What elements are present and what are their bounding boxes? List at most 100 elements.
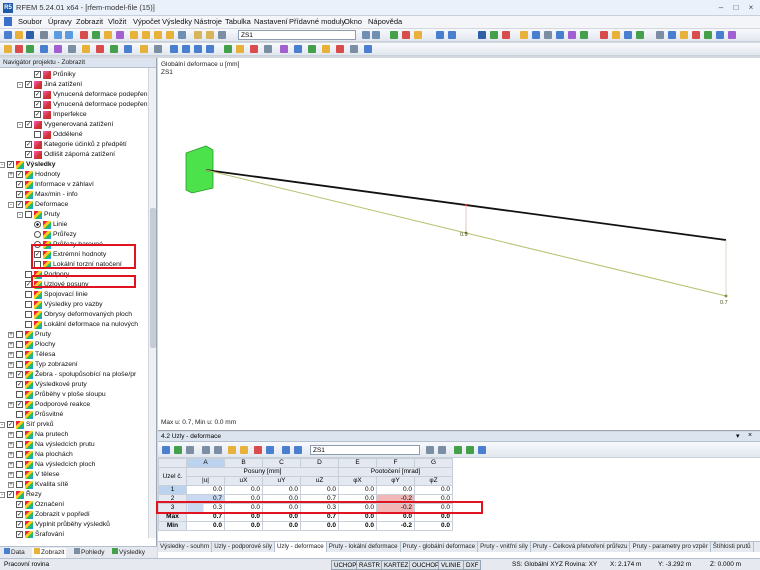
tool-e-icon[interactable] xyxy=(532,31,540,39)
table-row[interactable]: Min 0.0 0.0 0.0 0.0 0.0 -0.2 0.0 xyxy=(158,521,453,531)
nav-checkbox[interactable] xyxy=(25,321,32,328)
nav-checkbox[interactable]: ✓ xyxy=(7,421,14,428)
view-icon[interactable] xyxy=(116,31,124,39)
table-cell[interactable]: 0.0 xyxy=(414,521,453,531)
nav-checkbox[interactable]: ✓ xyxy=(16,401,23,408)
tool-n-icon[interactable] xyxy=(656,31,664,39)
nav-checkbox[interactable]: ✓ xyxy=(34,101,41,108)
nav-checkbox[interactable]: ✓ xyxy=(25,81,32,88)
nav-item[interactable]: Průběhy v ploše sloupu xyxy=(0,390,148,400)
nav-checkbox[interactable]: ✓ xyxy=(16,531,23,538)
table-cell[interactable]: 0.0 xyxy=(376,485,415,495)
nav-radio[interactable] xyxy=(34,231,41,238)
nav-item[interactable]: ✓ Zobrazit v popředí xyxy=(0,510,148,520)
values-icon[interactable] xyxy=(414,31,422,39)
deform-icon[interactable] xyxy=(402,31,410,39)
table-icon[interactable] xyxy=(104,31,112,39)
nav-checkbox[interactable]: ✓ xyxy=(16,371,23,378)
nav-checkbox[interactable] xyxy=(16,461,23,468)
tool-o-icon[interactable] xyxy=(668,31,676,39)
nav-checkbox[interactable] xyxy=(25,301,32,308)
nav-item[interactable]: + ✓ Žebra - spolupůsobící na ploše/pr xyxy=(0,370,148,380)
nav-checkbox[interactable] xyxy=(34,131,41,138)
nav-item[interactable]: + Na prutech xyxy=(0,430,148,440)
nav-item[interactable]: + Typ zobrazení xyxy=(0,360,148,370)
table-tab[interactable]: Uzly - deformace xyxy=(274,542,327,552)
nav-checkbox[interactable] xyxy=(16,411,23,418)
move-icon[interactable] xyxy=(294,45,302,53)
tool-d-icon[interactable] xyxy=(520,31,528,39)
table-next-icon[interactable] xyxy=(294,446,302,454)
app-menu-icon[interactable] xyxy=(4,17,12,26)
nav-checkbox[interactable]: ✓ xyxy=(25,141,32,148)
table-filter-icon[interactable] xyxy=(174,446,182,454)
nav-checkbox[interactable]: ✓ xyxy=(16,171,23,178)
table-tab[interactable]: Pruty - vnitřní síly xyxy=(478,542,531,552)
menu-vysledky[interactable]: Výsledky xyxy=(162,17,192,26)
rotate-icon[interactable] xyxy=(166,31,174,39)
expand-toggle-icon[interactable]: - xyxy=(17,212,23,218)
table-tab[interactable]: Štíhlosti prutů xyxy=(711,542,754,552)
nav-checkbox[interactable] xyxy=(16,361,23,368)
prev-lc-icon[interactable] xyxy=(362,31,370,39)
dxf-toggle[interactable]: DXF xyxy=(463,560,482,570)
col-d-header[interactable]: D xyxy=(300,458,339,468)
tool-q-icon[interactable] xyxy=(692,31,700,39)
tab-vysledky[interactable]: Výsledky xyxy=(110,548,147,558)
nav-checkbox[interactable] xyxy=(16,391,23,398)
table-cell[interactable]: 0.0 xyxy=(186,485,225,495)
pan-icon[interactable] xyxy=(178,31,186,39)
nav-item[interactable]: + Na plochách xyxy=(0,450,148,460)
grid-toggle[interactable]: RASTR xyxy=(356,560,383,570)
dim-icon[interactable] xyxy=(110,45,118,53)
menu-tabulka[interactable]: Tabulka xyxy=(225,17,251,26)
hinge-icon[interactable] xyxy=(82,45,90,53)
expand-toggle-icon[interactable]: + xyxy=(8,342,14,348)
expand-toggle-icon[interactable]: - xyxy=(17,122,23,128)
nav-checkbox[interactable] xyxy=(16,451,23,458)
nav-item[interactable]: Lokální deformace na nulových xyxy=(0,320,148,330)
table-excel-icon[interactable] xyxy=(466,446,474,454)
tool-s-icon[interactable] xyxy=(716,31,724,39)
nav-item[interactable]: + V tělese xyxy=(0,470,148,480)
table-cell[interactable]: 0.0 xyxy=(224,521,263,531)
grid-icon[interactable] xyxy=(140,45,148,53)
section-icon[interactable] xyxy=(124,45,132,53)
model-view[interactable]: Globální deformace u [mm] ZS1 0.3 0.7 Ma… xyxy=(158,58,760,431)
mirror-icon[interactable] xyxy=(322,45,330,53)
redo-icon[interactable] xyxy=(65,31,73,39)
table-row[interactable]: 1 0.0 0.0 0.0 0.0 0.0 0.0 0.0 xyxy=(158,485,453,495)
table-cell[interactable]: 0.0 xyxy=(338,485,377,495)
tool-p-icon[interactable] xyxy=(680,31,688,39)
tool-f-icon[interactable] xyxy=(544,31,552,39)
zoom-all-icon[interactable] xyxy=(142,31,150,39)
table-tab[interactable]: Pruty - parametry pro vzpěr xyxy=(630,542,711,552)
nav-item[interactable]: + Tělesa xyxy=(0,350,148,360)
node-icon[interactable] xyxy=(4,45,12,53)
table-sort-icon[interactable] xyxy=(186,446,194,454)
nav-checkbox[interactable] xyxy=(16,481,23,488)
nav-item[interactable]: ✓ Výsledkové pruty xyxy=(0,380,148,390)
nav-checkbox[interactable]: ✓ xyxy=(25,151,32,158)
tool-j-icon[interactable] xyxy=(600,31,608,39)
wire-icon[interactable] xyxy=(236,45,244,53)
tool-l-icon[interactable] xyxy=(624,31,632,39)
print-icon[interactable] xyxy=(40,31,48,39)
loadcase-type-icon[interactable] xyxy=(218,31,226,39)
row-number[interactable]: 1 xyxy=(158,485,187,495)
guideline-toggle[interactable]: VLINIE xyxy=(438,560,464,570)
col-b-header[interactable]: B xyxy=(224,458,263,468)
expand-toggle-icon[interactable]: - xyxy=(17,82,23,88)
table-settings-icon[interactable] xyxy=(266,446,274,454)
nav-checkbox[interactable]: ✓ xyxy=(16,201,23,208)
nav-item[interactable]: + Plochy xyxy=(0,340,148,350)
zoom-icon[interactable] xyxy=(130,31,138,39)
cartesian-toggle[interactable]: KARTEZ xyxy=(381,560,412,570)
nav-item[interactable]: Obrysy deformovaných ploch xyxy=(0,310,148,320)
expand-toggle-icon[interactable]: + xyxy=(8,472,14,478)
menu-upravy[interactable]: Úpravy xyxy=(48,17,72,26)
tool-g-icon[interactable] xyxy=(556,31,564,39)
line-icon[interactable] xyxy=(15,45,23,53)
tool-h-icon[interactable] xyxy=(568,31,576,39)
tool-a-icon[interactable] xyxy=(478,31,486,39)
